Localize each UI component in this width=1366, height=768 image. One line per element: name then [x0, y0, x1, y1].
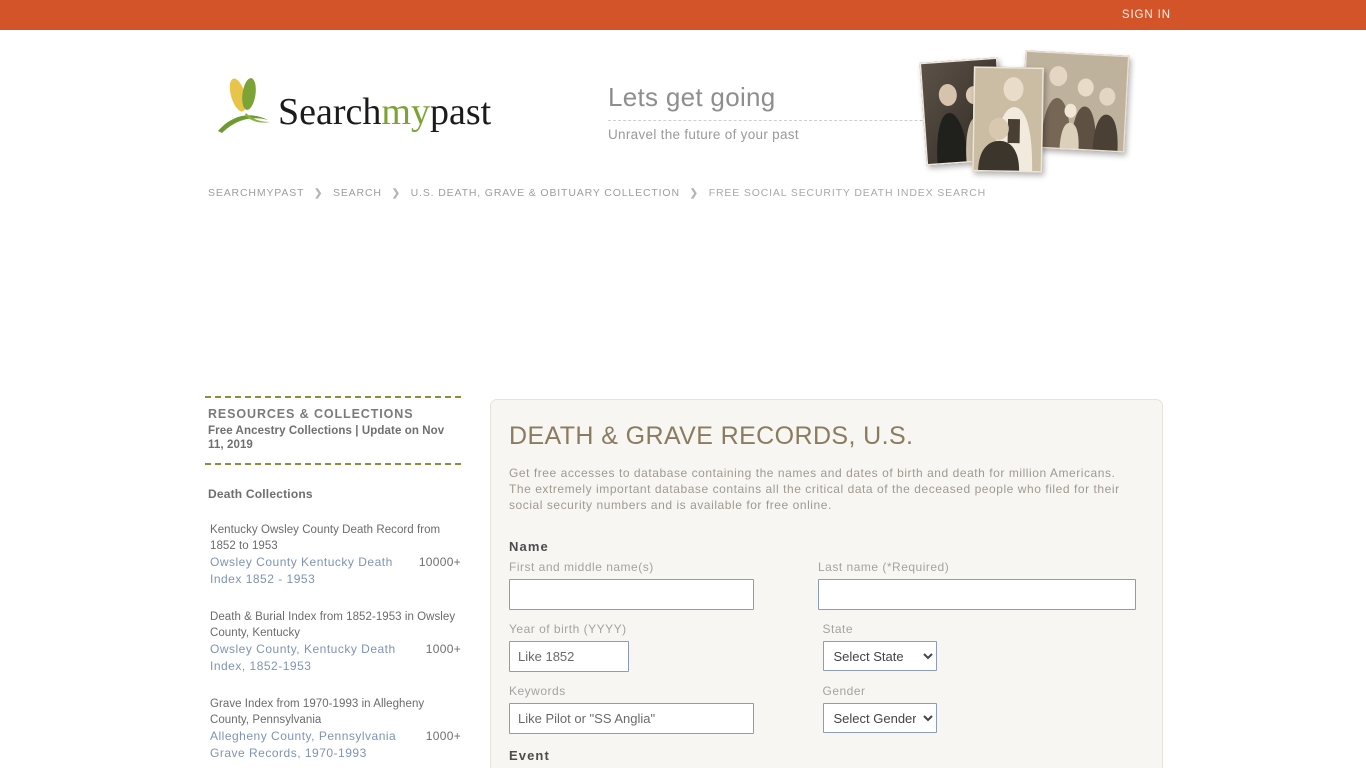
breadcrumb: SEARCHMYPAST ❯ SEARCH ❯ U.S. DEATH, GRAV…	[208, 187, 986, 199]
breadcrumb-item-search[interactable]: SEARCH	[333, 187, 382, 199]
list-item: Grave Index from 1970-1993 in Allegheny …	[210, 697, 461, 762]
collection-description: Kentucky Owsley County Death Record from…	[210, 524, 441, 552]
event-group-title: Event	[509, 748, 550, 763]
first-name-input[interactable]	[509, 579, 754, 610]
state-select[interactable]: Select State	[822, 641, 937, 671]
list-item: Death & Burial Index from 1852-1953 in O…	[210, 610, 461, 675]
event-group: Event Birth Marriage Divorce Death	[509, 748, 1136, 768]
logo-text-past: past	[429, 91, 492, 133]
sign-in-link[interactable]: SIGN IN	[1122, 9, 1171, 21]
first-name-label: First and middle name(s)	[509, 560, 654, 574]
year-of-birth-label: Year of birth (YYYY)	[509, 622, 627, 636]
breadcrumb-separator-icon: ❯	[391, 188, 401, 199]
collection-link[interactable]: Owsley County, Kentucky Death Index, 185…	[210, 641, 426, 675]
logo-wordmark: Searchmypast	[278, 93, 491, 131]
list-item: Kentucky Owsley County Death Record from…	[210, 523, 461, 588]
keywords-input[interactable]	[509, 703, 754, 734]
state-label: State	[822, 622, 854, 636]
leaf-logo-icon	[216, 75, 276, 137]
last-name-input[interactable]	[818, 579, 1136, 610]
last-name-label: Last name (*Required)	[818, 560, 950, 574]
collection-description: Death & Burial Index from 1852-1953 in O…	[210, 611, 456, 639]
sidebar: RESOURCES & COLLECTIONS Free Ancestry Co…	[205, 396, 461, 768]
search-panel: DEATH & GRAVE RECORDS, U.S. Get free acc…	[490, 399, 1163, 768]
breadcrumb-item-home[interactable]: SEARCHMYPAST	[208, 187, 304, 199]
collection-description: Grave Index from 1970-1993 in Allegheny …	[210, 698, 425, 726]
logo-text-my: my	[381, 91, 430, 133]
keywords-gender-row: Keywords Gender Select Gender	[509, 684, 1136, 734]
year-state-row: Year of birth (YYYY) State Select State	[509, 622, 1136, 672]
collection-count: 1000+	[425, 729, 461, 743]
gender-select[interactable]: Select Gender	[822, 703, 937, 733]
breadcrumb-item-collection[interactable]: U.S. DEATH, GRAVE & OBITUARY COLLECTION	[411, 187, 680, 199]
sidebar-header: RESOURCES & COLLECTIONS Free Ancestry Co…	[205, 396, 461, 465]
name-group-title: Name	[509, 539, 549, 554]
panel-description: Get free accesses to database containing…	[509, 466, 1120, 512]
breadcrumb-item-current: FREE SOCIAL SECURITY DEATH INDEX SEARCH	[708, 187, 987, 199]
site-logo[interactable]: Searchmypast	[216, 75, 491, 137]
hero-photo-collage	[905, 50, 1155, 195]
collection-link-row: Owsley County Kentucky Death Index 1852 …	[210, 554, 461, 588]
collection-link[interactable]: Owsley County Kentucky Death Index 1852 …	[210, 554, 419, 588]
top-bar: SIGN IN	[0, 0, 1366, 30]
keywords-label: Keywords	[509, 684, 566, 698]
sidebar-subheading: Free Ancestry Collections | Update on No…	[208, 425, 445, 451]
breadcrumb-separator-icon: ❯	[689, 188, 699, 199]
gender-label: Gender	[822, 684, 866, 698]
page-title: DEATH & GRAVE RECORDS, U.S.	[509, 422, 914, 450]
name-row: First and middle name(s) Last name (*Req…	[509, 560, 1136, 610]
year-of-birth-input[interactable]	[509, 641, 629, 672]
collection-link-row: Allegheny County, Pennsylvania Grave Rec…	[210, 728, 461, 762]
vintage-photo-center	[972, 66, 1044, 173]
collection-count: 10000+	[418, 555, 461, 569]
sidebar-heading: RESOURCES & COLLECTIONS	[208, 407, 414, 421]
site-header: Searchmypast Lets get going Unravel the …	[0, 30, 1366, 180]
collection-link-row: Owsley County, Kentucky Death Index, 185…	[210, 641, 461, 675]
sidebar-section-title: Death Collections	[208, 487, 313, 501]
breadcrumb-separator-icon: ❯	[313, 188, 324, 199]
collection-link[interactable]: Allegheny County, Pennsylvania Grave Rec…	[210, 728, 426, 762]
logo-text-search: Search	[278, 91, 382, 133]
collection-count: 1000+	[425, 642, 461, 656]
